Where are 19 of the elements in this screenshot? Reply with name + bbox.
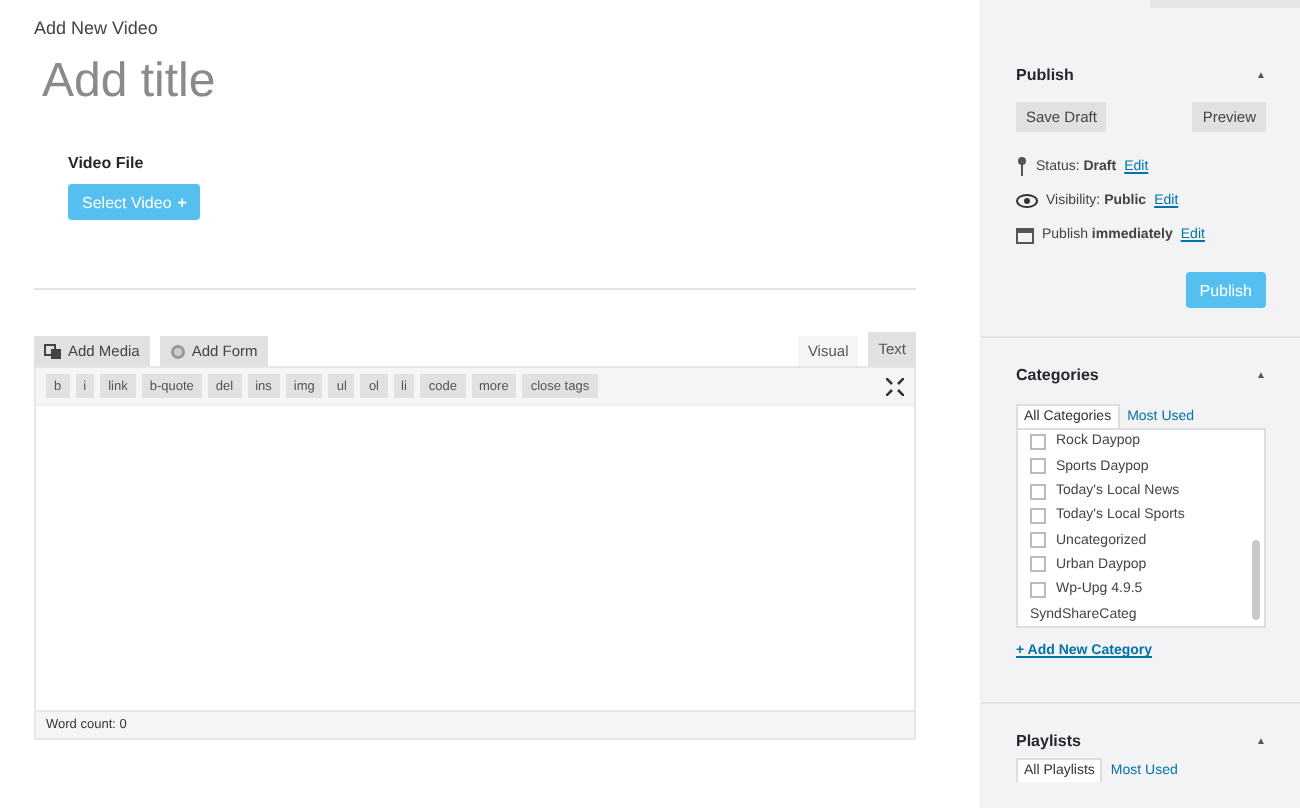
video-file-label: Video File — [68, 154, 144, 172]
calendar-icon — [1016, 226, 1034, 244]
pin-icon — [1016, 156, 1028, 176]
checkbox[interactable] — [1030, 483, 1046, 500]
publish-heading: Publish — [1016, 66, 1074, 84]
page-title: Add New Video — [34, 18, 160, 38]
categories-heading: Categories — [1016, 366, 1099, 384]
checkbox[interactable] — [1030, 581, 1046, 598]
playlists-heading: Playlists — [1016, 732, 1081, 750]
checkbox[interactable] — [1030, 532, 1046, 549]
media-icon — [44, 343, 62, 359]
checkbox[interactable] — [1030, 433, 1046, 450]
scrollbar-thumb[interactable] — [1252, 540, 1260, 620]
fullscreen-icon[interactable] — [886, 377, 904, 395]
checkbox[interactable] — [1030, 507, 1046, 524]
checkbox[interactable] — [1030, 458, 1046, 475]
form-icon — [169, 343, 186, 359]
eye-icon — [1016, 194, 1038, 208]
checkbox[interactable] — [1030, 556, 1046, 573]
